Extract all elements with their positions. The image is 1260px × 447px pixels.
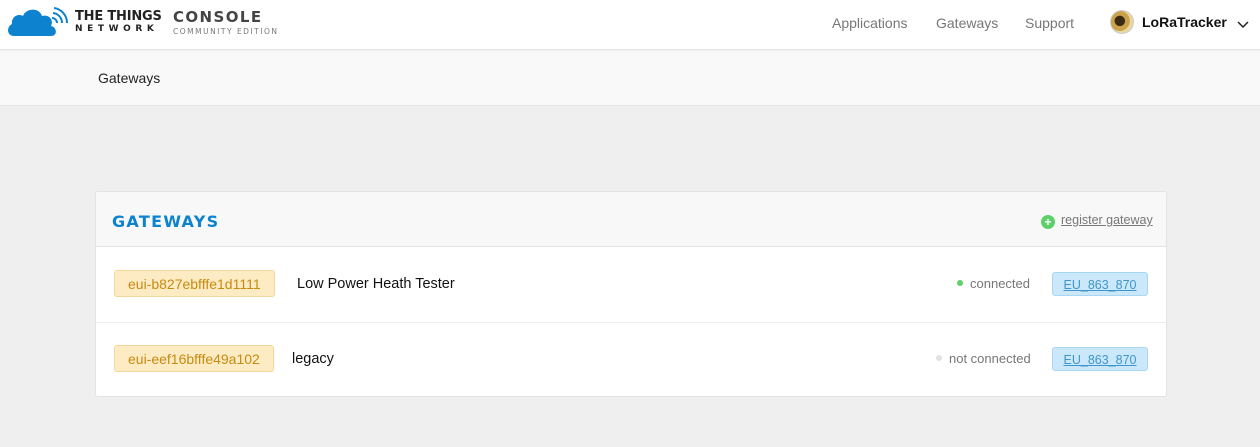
nav-applications[interactable]: Applications: [832, 15, 908, 31]
brand-name[interactable]: THE THINGS NETWORK: [75, 9, 162, 35]
breadcrumb: Gateways: [0, 51, 1260, 106]
top-bar: THE THINGS NETWORK CONSOLE COMMUNITY EDI…: [0, 0, 1260, 50]
gateway-status: not connected: [936, 351, 1031, 366]
status-dot-icon: [957, 280, 963, 286]
plus-circle-icon: +: [1041, 215, 1055, 229]
console-title: CONSOLE COMMUNITY EDITION: [173, 9, 278, 37]
register-gateway-label: register gateway: [1061, 213, 1153, 227]
brand-line-2: NETWORK: [75, 24, 159, 34]
gateway-eui-tag[interactable]: eui-b827ebfffe1d1111: [114, 270, 275, 297]
brand-line-1: THE THINGS: [75, 9, 162, 24]
gateway-row[interactable]: eui-b827ebfffe1d1111 Low Power Heath Tes…: [96, 248, 1166, 323]
ttn-cloud-logo-icon[interactable]: [6, 5, 68, 39]
panel-header: GATEWAYS + register gateway: [96, 192, 1166, 247]
gateway-name: Low Power Heath Tester: [297, 276, 455, 292]
breadcrumb-current[interactable]: Gateways: [98, 70, 160, 86]
console-label: CONSOLE: [173, 8, 263, 26]
gateway-status: connected: [957, 276, 1030, 291]
register-gateway-link[interactable]: + register gateway: [1041, 213, 1153, 229]
nav-support[interactable]: Support: [1025, 15, 1074, 31]
status-dot-icon: [936, 355, 942, 361]
frequency-plan-tag[interactable]: EU_863_870: [1052, 272, 1148, 296]
panel-title: GATEWAYS: [112, 212, 220, 231]
status-label: not connected: [949, 351, 1031, 366]
gateway-eui-tag[interactable]: eui-eef16bfffe49a102: [114, 345, 274, 372]
frequency-plan-tag[interactable]: EU_863_870: [1052, 347, 1148, 371]
gateway-name: legacy: [292, 351, 334, 367]
console-edition: COMMUNITY EDITION: [173, 27, 279, 36]
nav-gateways[interactable]: Gateways: [936, 15, 998, 31]
gateways-panel: GATEWAYS + register gateway eui-b827ebfff…: [95, 191, 1167, 397]
avatar[interactable]: [1110, 10, 1134, 34]
gateway-row[interactable]: eui-eef16bfffe49a102 legacy not connecte…: [96, 323, 1166, 398]
chevron-down-icon[interactable]: [1237, 19, 1249, 29]
username[interactable]: LoRaTracker: [1142, 14, 1227, 30]
status-label: connected: [970, 276, 1030, 291]
